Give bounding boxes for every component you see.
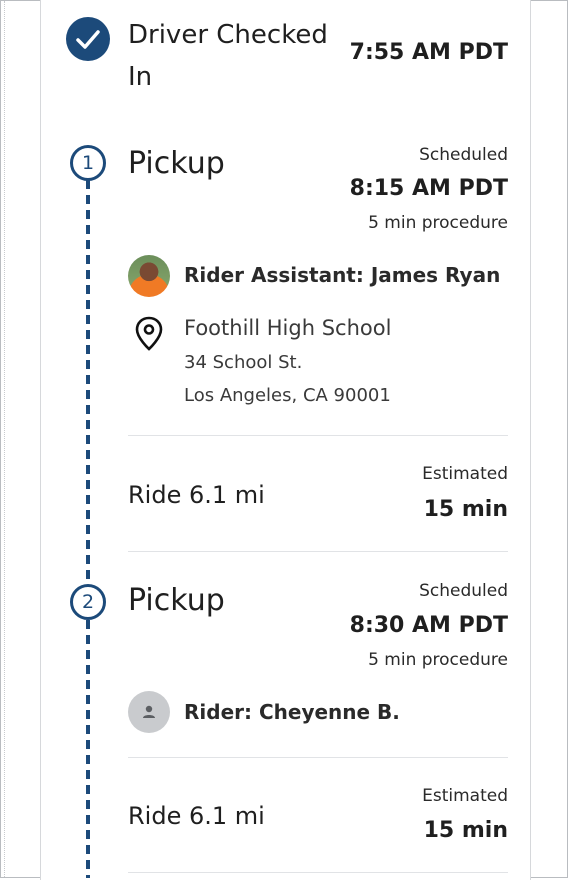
stop-procedure: 5 min procedure <box>368 650 508 670</box>
stop-status: Scheduled <box>419 581 508 601</box>
rider-assistant-label: Rider Assistant: James Ryan <box>184 263 501 287</box>
divider <box>128 872 508 873</box>
person-icon <box>143 705 155 718</box>
timeline-connector <box>86 180 90 580</box>
ride-duration: 15 min <box>423 818 508 843</box>
location-city: Los Angeles, CA 90001 <box>184 385 391 406</box>
location-street: 34 School St. <box>184 352 303 373</box>
stop-status: Scheduled <box>419 145 508 165</box>
stop-time: 8:30 AM PDT <box>349 613 508 638</box>
divider <box>128 757 508 758</box>
checked-in-time: 7:55 AM PDT <box>349 40 508 65</box>
ride-distance: Ride 6.1 mi <box>128 481 265 509</box>
ride-duration: 15 min <box>423 497 508 522</box>
stop-title: Pickup <box>128 583 225 618</box>
location-name[interactable]: Foothill High School <box>184 316 391 340</box>
divider <box>128 551 508 552</box>
stop-title: Pickup <box>128 146 225 181</box>
avatar <box>128 691 170 733</box>
ride-distance: Ride 6.1 mi <box>128 802 265 830</box>
rider-label: Rider: Cheyenne B. <box>184 700 400 724</box>
checked-in-title: Driver Checked <box>128 20 328 50</box>
checked-in-title-line2: In <box>128 62 153 92</box>
timeline-connector <box>86 620 90 878</box>
ride-estimate-label: Estimated <box>422 464 508 484</box>
map-pin-icon <box>134 316 164 356</box>
check-icon <box>66 17 110 61</box>
stop-number-badge: 1 <box>70 145 106 181</box>
stop-time: 8:15 AM PDT <box>349 176 508 201</box>
stop-number-badge: 2 <box>70 584 106 620</box>
stop-procedure: 5 min procedure <box>368 213 508 233</box>
trip-timeline-panel <box>40 0 531 880</box>
ride-estimate-label: Estimated <box>422 786 508 806</box>
avatar <box>128 255 170 297</box>
divider <box>128 435 508 436</box>
